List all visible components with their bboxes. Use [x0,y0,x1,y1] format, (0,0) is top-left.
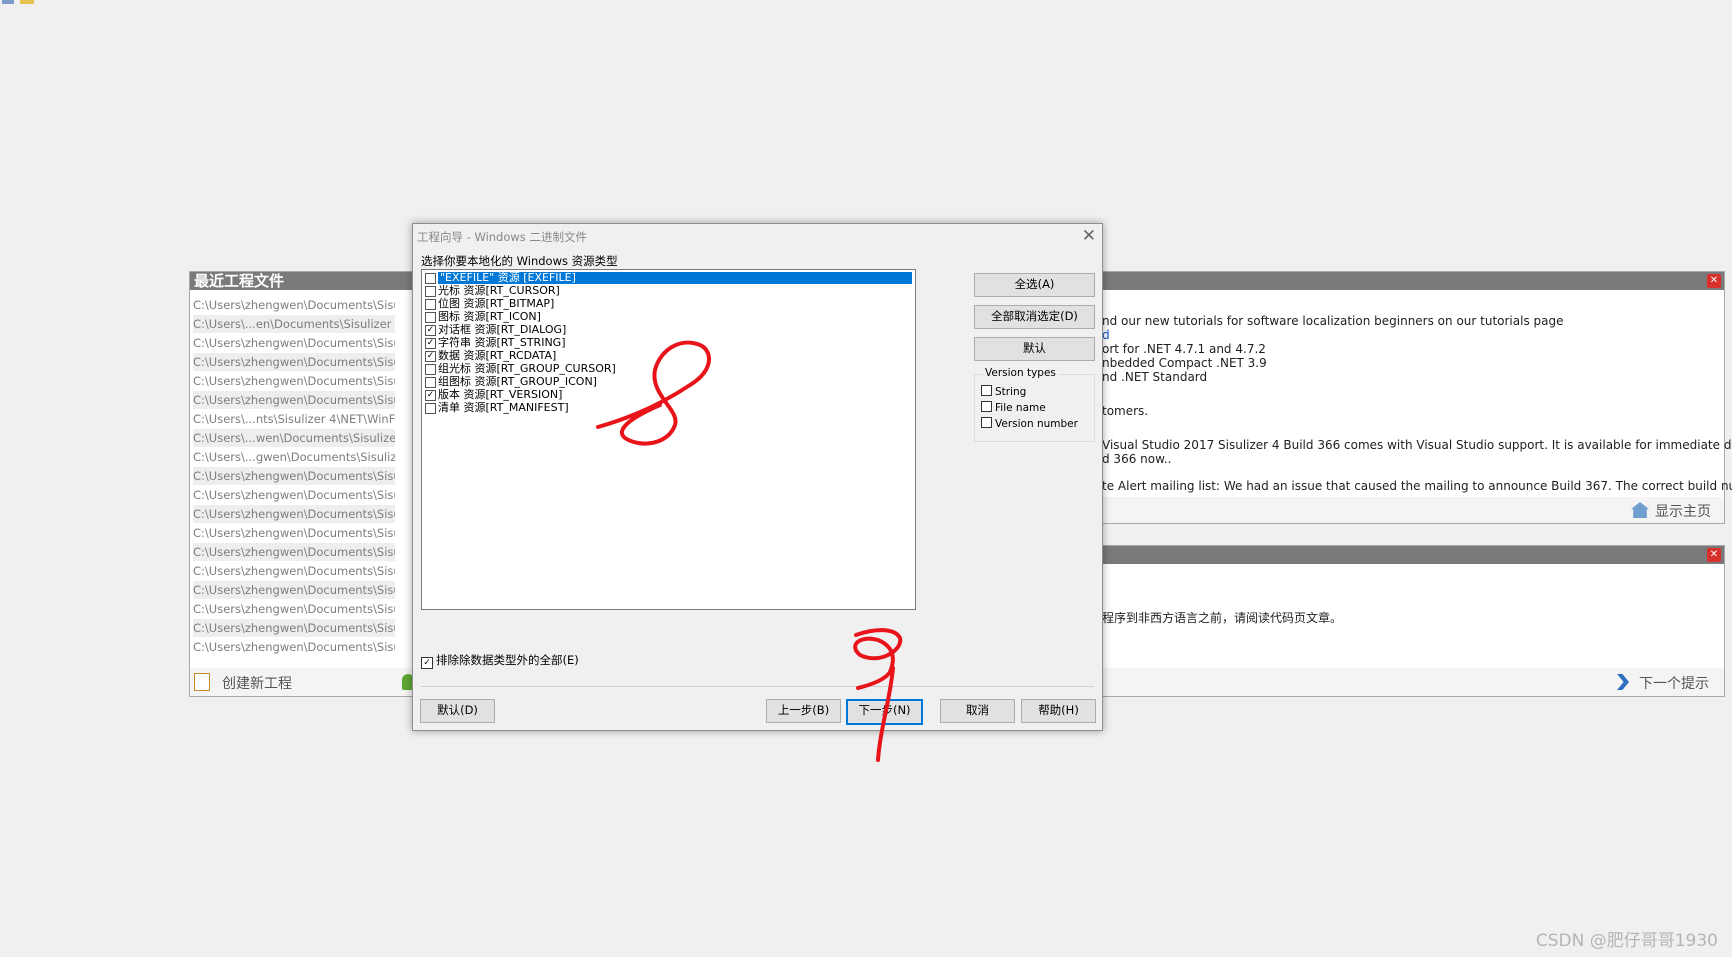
annotation-overlay [596,340,903,762]
watermark: CSDN @肥仔哥哥1930 [1535,931,1718,951]
annotation-nine [853,628,903,762]
annotation-eight [596,340,711,446]
